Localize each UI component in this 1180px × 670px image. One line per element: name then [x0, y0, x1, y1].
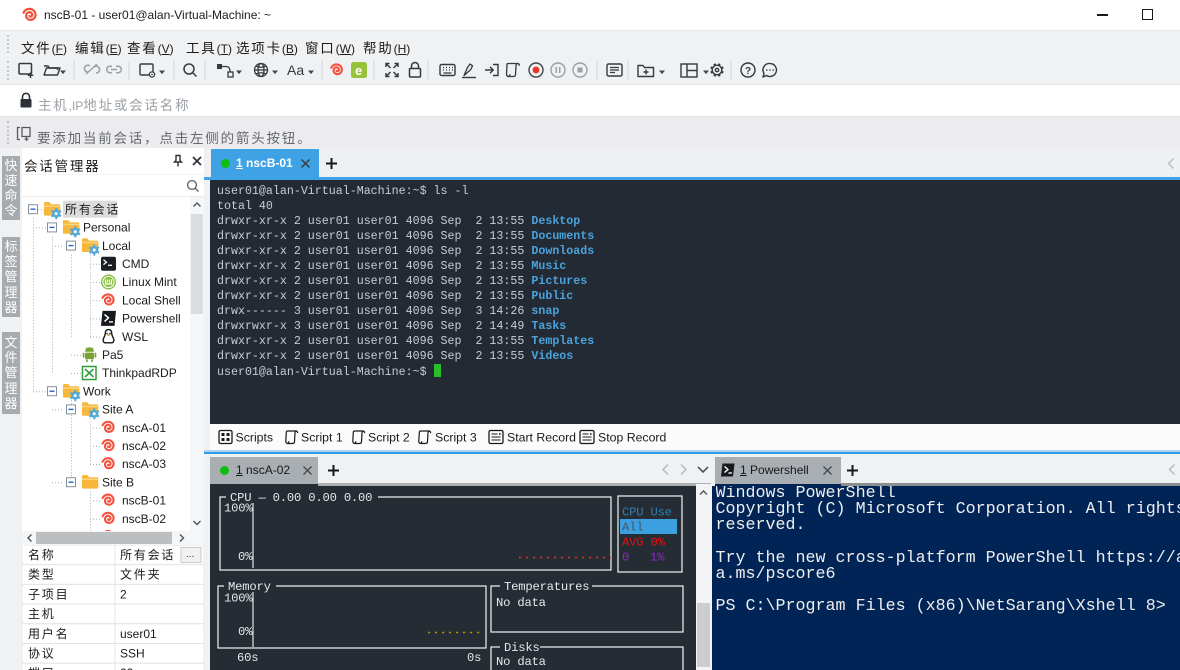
- svg-text:ThinkpadRDP: ThinkpadRDP: [102, 366, 177, 380]
- svg-text:0s: 0s: [467, 651, 481, 665]
- svg-text:0%: 0%: [238, 625, 253, 639]
- svg-text:所有会话: 所有会话: [120, 548, 175, 562]
- svg-text:名称: 名称: [28, 547, 56, 562]
- svg-text:CMD: CMD: [122, 257, 150, 271]
- svg-text:Work: Work: [83, 384, 112, 398]
- svg-text:Site B: Site B: [102, 475, 134, 489]
- svg-text:No data: No data: [496, 655, 546, 669]
- svg-text:WSL: WSL: [122, 330, 148, 344]
- svg-text:nscA-02: nscA-02: [122, 439, 166, 453]
- svg-text:0: 0: [622, 551, 629, 565]
- svg-text:100%: 100%: [224, 502, 253, 516]
- svg-text:1%: 1%: [650, 551, 665, 565]
- svg-text:nscA-01: nscA-01: [122, 421, 166, 435]
- svg-text:Script 3: Script 3: [435, 431, 477, 445]
- svg-text:端口: 端口: [28, 666, 56, 670]
- svg-text:Local: Local: [102, 239, 131, 253]
- svg-text:nscA-03: nscA-03: [122, 457, 166, 471]
- svg-text:AVG 0%: AVG 0%: [622, 536, 666, 550]
- svg-text:Pa5: Pa5: [102, 348, 124, 362]
- svg-text:SSH: SSH: [120, 647, 145, 661]
- svg-text:Personal: Personal: [83, 221, 130, 235]
- svg-text:主机: 主机: [28, 607, 56, 621]
- svg-text:e: e: [355, 63, 362, 78]
- svg-text:Aa: Aa: [287, 62, 304, 78]
- svg-text:Local Shell: Local Shell: [122, 293, 181, 307]
- svg-text:子项目: 子项目: [28, 587, 69, 601]
- svg-text:Disks: Disks: [504, 641, 540, 655]
- svg-text:Powershell: Powershell: [122, 312, 181, 326]
- svg-text:All: All: [622, 521, 643, 535]
- svg-text:CPU Use: CPU Use: [622, 506, 672, 520]
- svg-text:nscB-01: nscB-01: [122, 494, 166, 508]
- svg-text:所有会话: 所有会话: [65, 202, 120, 216]
- svg-text:用户名: 用户名: [28, 626, 69, 641]
- svg-text:100%: 100%: [224, 592, 253, 606]
- svg-text:?: ?: [745, 66, 751, 77]
- svg-text:user01: user01: [120, 627, 157, 641]
- svg-text:nscB-02: nscB-02: [122, 512, 166, 526]
- svg-text:22: 22: [120, 666, 134, 670]
- svg-text:文件夹: 文件夹: [120, 567, 161, 582]
- svg-text:Start Record: Start Record: [507, 431, 576, 445]
- svg-text:Script 2: Script 2: [368, 431, 410, 445]
- svg-text:0%: 0%: [238, 550, 253, 564]
- svg-text:No data: No data: [496, 596, 546, 610]
- svg-text:Temperatures: Temperatures: [504, 580, 589, 594]
- svg-text:Script 1: Script 1: [301, 431, 343, 445]
- svg-text:Linux Mint: Linux Mint: [122, 275, 177, 289]
- svg-text:Site A: Site A: [102, 403, 133, 417]
- svg-text:...: ...: [186, 549, 194, 560]
- svg-text:2: 2: [120, 587, 127, 601]
- svg-text:60s: 60s: [237, 651, 258, 665]
- svg-text:类型: 类型: [28, 568, 56, 582]
- svg-text:协议: 协议: [28, 646, 56, 661]
- svg-text:Stop Record: Stop Record: [598, 431, 667, 445]
- svg-text:Scripts: Scripts: [236, 431, 274, 445]
